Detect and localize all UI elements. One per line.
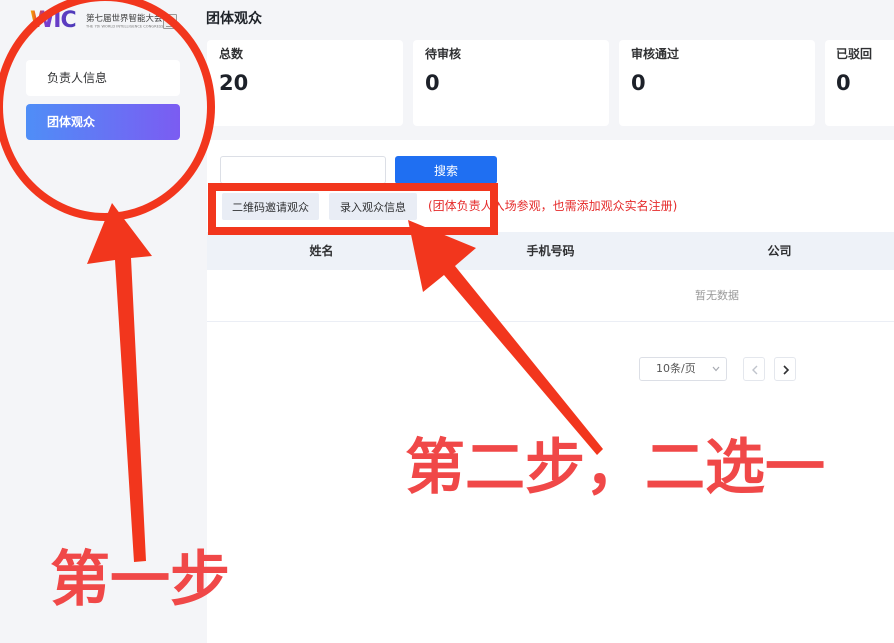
stat-label: 审核通过 (631, 47, 680, 61)
page-size-value: 10条/页 (656, 362, 696, 375)
sidebar-item-group-audience[interactable]: 团体观众 (26, 104, 180, 140)
stat-value: 0 (631, 71, 646, 95)
stat-card-pending: 待审核 0 (413, 40, 609, 126)
registration-note: (团体负责人入场参观，也需添加观众实名注册) (428, 199, 678, 213)
search-button[interactable]: 搜索 (395, 156, 497, 184)
column-header-company: 公司 (767, 244, 792, 258)
chevron-down-icon (712, 366, 720, 372)
logo-subtitle: THE 7th WORLD INTELLIGENCE CONGRESS (86, 24, 164, 29)
sidebar: WIC 第七届世界智能大会 THE 7th WORLD INTELLIGENCE… (0, 0, 207, 643)
content-panel: 搜索 二维码邀请观众 录入观众信息 (团体负责人入场参观，也需添加观众实名注册)… (207, 140, 894, 643)
stat-label: 待审核 (425, 47, 462, 61)
logo: WIC 第七届世界智能大会 THE 7th WORLD INTELLIGENCE… (0, 0, 207, 40)
logo-badge-icon (163, 14, 177, 29)
stats-row: 总数 20 待审核 0 审核通过 0 已驳回 0 (207, 40, 894, 126)
stat-value: 0 (425, 71, 440, 95)
logo-title: 第七届世界智能大会 (86, 14, 163, 24)
chevron-left-icon (752, 365, 758, 375)
stat-card-total: 总数 20 (207, 40, 403, 126)
stat-label: 总数 (219, 47, 244, 61)
logo-mark: WIC (30, 8, 77, 33)
column-header-name: 姓名 (309, 244, 334, 258)
next-page-button[interactable] (774, 357, 796, 381)
empty-state-text: 暂无数据 (695, 289, 739, 302)
audience-table: 姓名 手机号码 公司 暂无数据 (207, 232, 894, 322)
stat-card-approved: 审核通过 0 (619, 40, 815, 126)
prev-page-button[interactable] (743, 357, 765, 381)
sidebar-item-leader-info[interactable]: 负责人信息 (26, 60, 180, 96)
chevron-right-icon (783, 365, 790, 375)
qr-invite-button[interactable]: 二维码邀请观众 (222, 193, 319, 220)
add-audience-button[interactable]: 录入观众信息 (329, 193, 417, 220)
table-header: 姓名 手机号码 公司 (207, 232, 894, 270)
table-empty-row: 暂无数据 (207, 270, 894, 322)
page-size-select[interactable]: 10条/页 (639, 357, 727, 381)
search-input[interactable] (220, 156, 386, 184)
stat-value: 0 (836, 71, 851, 95)
sidebar-item-label: 负责人信息 (47, 71, 108, 85)
stat-label: 已驳回 (836, 47, 873, 61)
sidebar-item-label: 团体观众 (47, 115, 96, 129)
stat-card-rejected: 已驳回 0 (825, 40, 894, 126)
stat-value: 20 (219, 71, 249, 95)
page-title: 团体观众 (206, 11, 262, 27)
column-header-phone: 手机号码 (526, 244, 575, 258)
